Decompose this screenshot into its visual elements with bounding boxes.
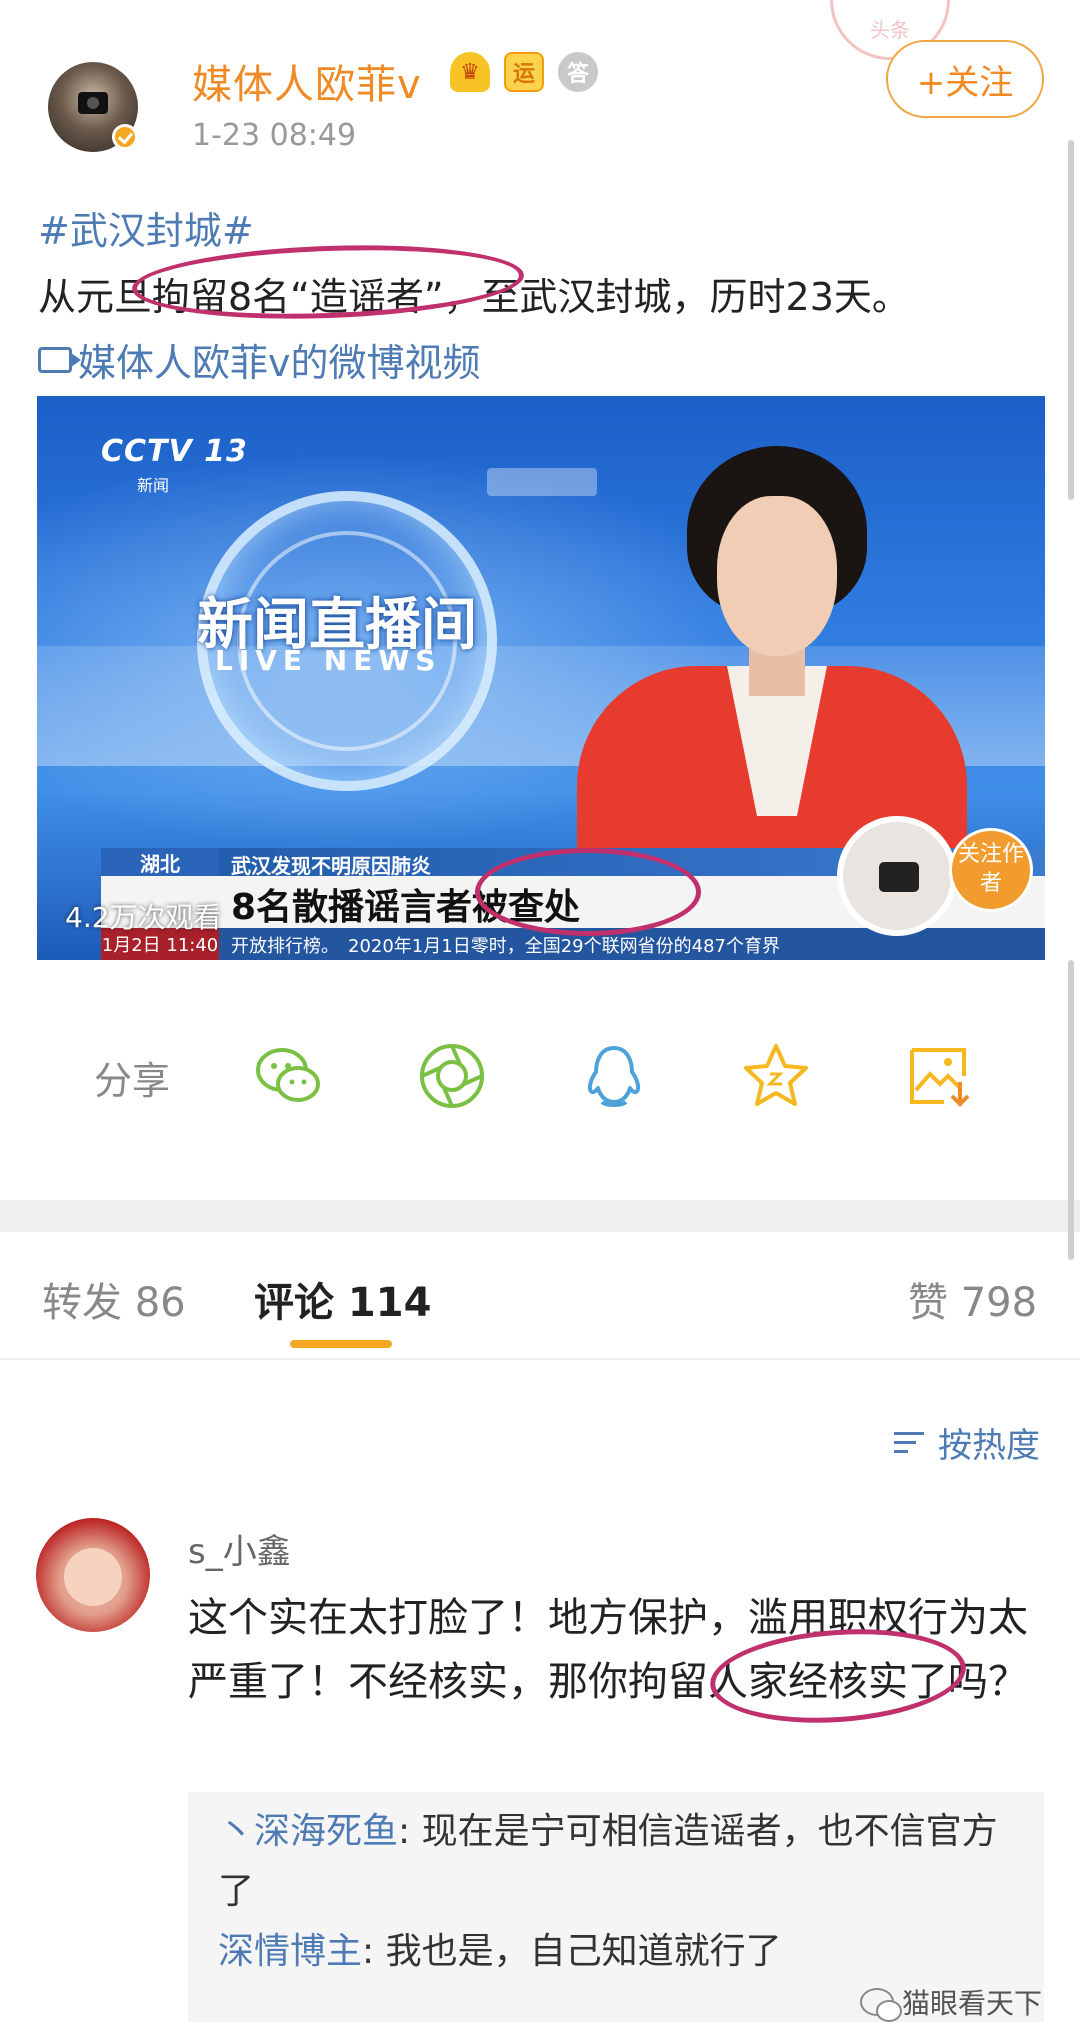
program-subtitle: LIVE NEWS: [215, 644, 442, 677]
comments-section: 按热度 s_小鑫 这个实在太打脸了！地方保护，滥用职权行为太严重了！不经核实，那…: [0, 1362, 1080, 2036]
share-label: 分享: [94, 1059, 171, 1103]
commenter-name[interactable]: s_小鑫: [188, 1524, 291, 1573]
reply-author[interactable]: 丶深海死鱼: [218, 1811, 398, 1852]
active-tab-indicator: [290, 1340, 392, 1348]
yun-badge-icon[interactable]: 运: [504, 52, 544, 92]
background-screen-logo: [487, 468, 597, 496]
watermark: 猫眼看天下: [860, 1982, 1042, 2022]
reply-text: : 我也是，自己知道就行了: [362, 1931, 782, 1972]
hashtag-link[interactable]: #武汉封城#: [38, 200, 254, 255]
tab-likes[interactable]: 赞 798: [908, 1270, 1037, 1328]
reply-item: 丶深海死鱼: 现在是宁可相信造谣者，也不信官方了: [218, 1802, 1018, 1922]
medal-badge-icon[interactable]: 答: [558, 52, 598, 92]
reply-item: 深情博主: 我也是，自己知道就行了: [218, 1922, 1018, 1982]
reply-author[interactable]: 深情博主: [218, 1931, 362, 1972]
author-name[interactable]: 媒体人欧菲v: [192, 52, 422, 110]
sort-label: 按热度: [938, 1426, 1040, 1466]
news-ticker: 开放排行榜。 2020年1月1日零时，全国29个联网省份的487个育界: [231, 936, 780, 957]
video-link[interactable]: 媒体人欧菲v的微博视频: [38, 332, 481, 387]
sort-by-hot-button[interactable]: 按热度: [894, 1418, 1040, 1467]
video-camera-icon: [38, 346, 81, 373]
post-timestamp: 1-23 08:49: [192, 118, 357, 153]
video-player[interactable]: CCTV 13 新闻 新闻直播间 LIVE NEWS 湖北 武汉发现不明原因肺炎…: [37, 396, 1045, 960]
commenter-avatar[interactable]: [36, 1518, 150, 1632]
post-body: 从元旦拘留8名“造谣者”，至武汉封城，历时23天。: [38, 275, 910, 319]
share-row: 分享: [0, 1010, 1080, 1140]
qq-icon[interactable]: [578, 1040, 650, 1112]
wechat-icon[interactable]: [252, 1040, 324, 1112]
avatar-image: [64, 1548, 122, 1606]
camera-icon: [879, 862, 919, 892]
news-headline: 8名散播谣言者被查处: [231, 887, 581, 928]
view-count: 4.2万次观看: [65, 901, 222, 934]
comment-text: 这个实在太打脸了！地方保护，滥用职权行为太严重了！不经核实，那你拘留人家经核实了…: [188, 1595, 1028, 1705]
tab-repost[interactable]: 转发 86: [42, 1270, 186, 1328]
verified-badge-icon: [112, 124, 138, 150]
save-image-icon[interactable]: [904, 1040, 976, 1112]
interaction-tabs: 转发 86 评论 114 赞 798: [0, 1232, 1080, 1360]
video-author-avatar[interactable]: [837, 816, 957, 936]
top-line-text: 武汉发现不明原因肺炎: [231, 854, 431, 878]
sort-icon: [894, 1428, 930, 1458]
section-divider: [0, 1200, 1080, 1232]
author-badges: ♛ 运 答: [450, 52, 598, 92]
region-label: 湖北: [101, 848, 219, 876]
crown-badge-icon[interactable]: ♛: [450, 52, 490, 92]
follow-button[interactable]: +关注: [886, 40, 1044, 118]
scrollbar-lower[interactable]: [1068, 960, 1074, 1260]
tab-comments[interactable]: 评论 114: [254, 1270, 431, 1328]
wechat-watermark-icon: [860, 1988, 902, 2022]
camera-icon: [78, 92, 108, 114]
watermark-text: 猫眼看天下: [902, 1987, 1043, 2020]
moments-icon[interactable]: [416, 1040, 488, 1112]
video-link-label: 媒体人欧菲v的微博视频: [78, 341, 481, 385]
scrollbar[interactable]: [1068, 140, 1074, 500]
anchor-face: [717, 496, 837, 656]
channel-sub-label: 新闻: [137, 476, 170, 495]
favorite-icon[interactable]: [740, 1040, 812, 1112]
channel-logo: CCTV 13: [101, 434, 248, 469]
follow-author-button[interactable]: 关注作者: [949, 828, 1033, 912]
post-header: 头条 媒体人欧菲v ♛ 运 答 1-23 08:49 +关注: [0, 0, 1080, 180]
